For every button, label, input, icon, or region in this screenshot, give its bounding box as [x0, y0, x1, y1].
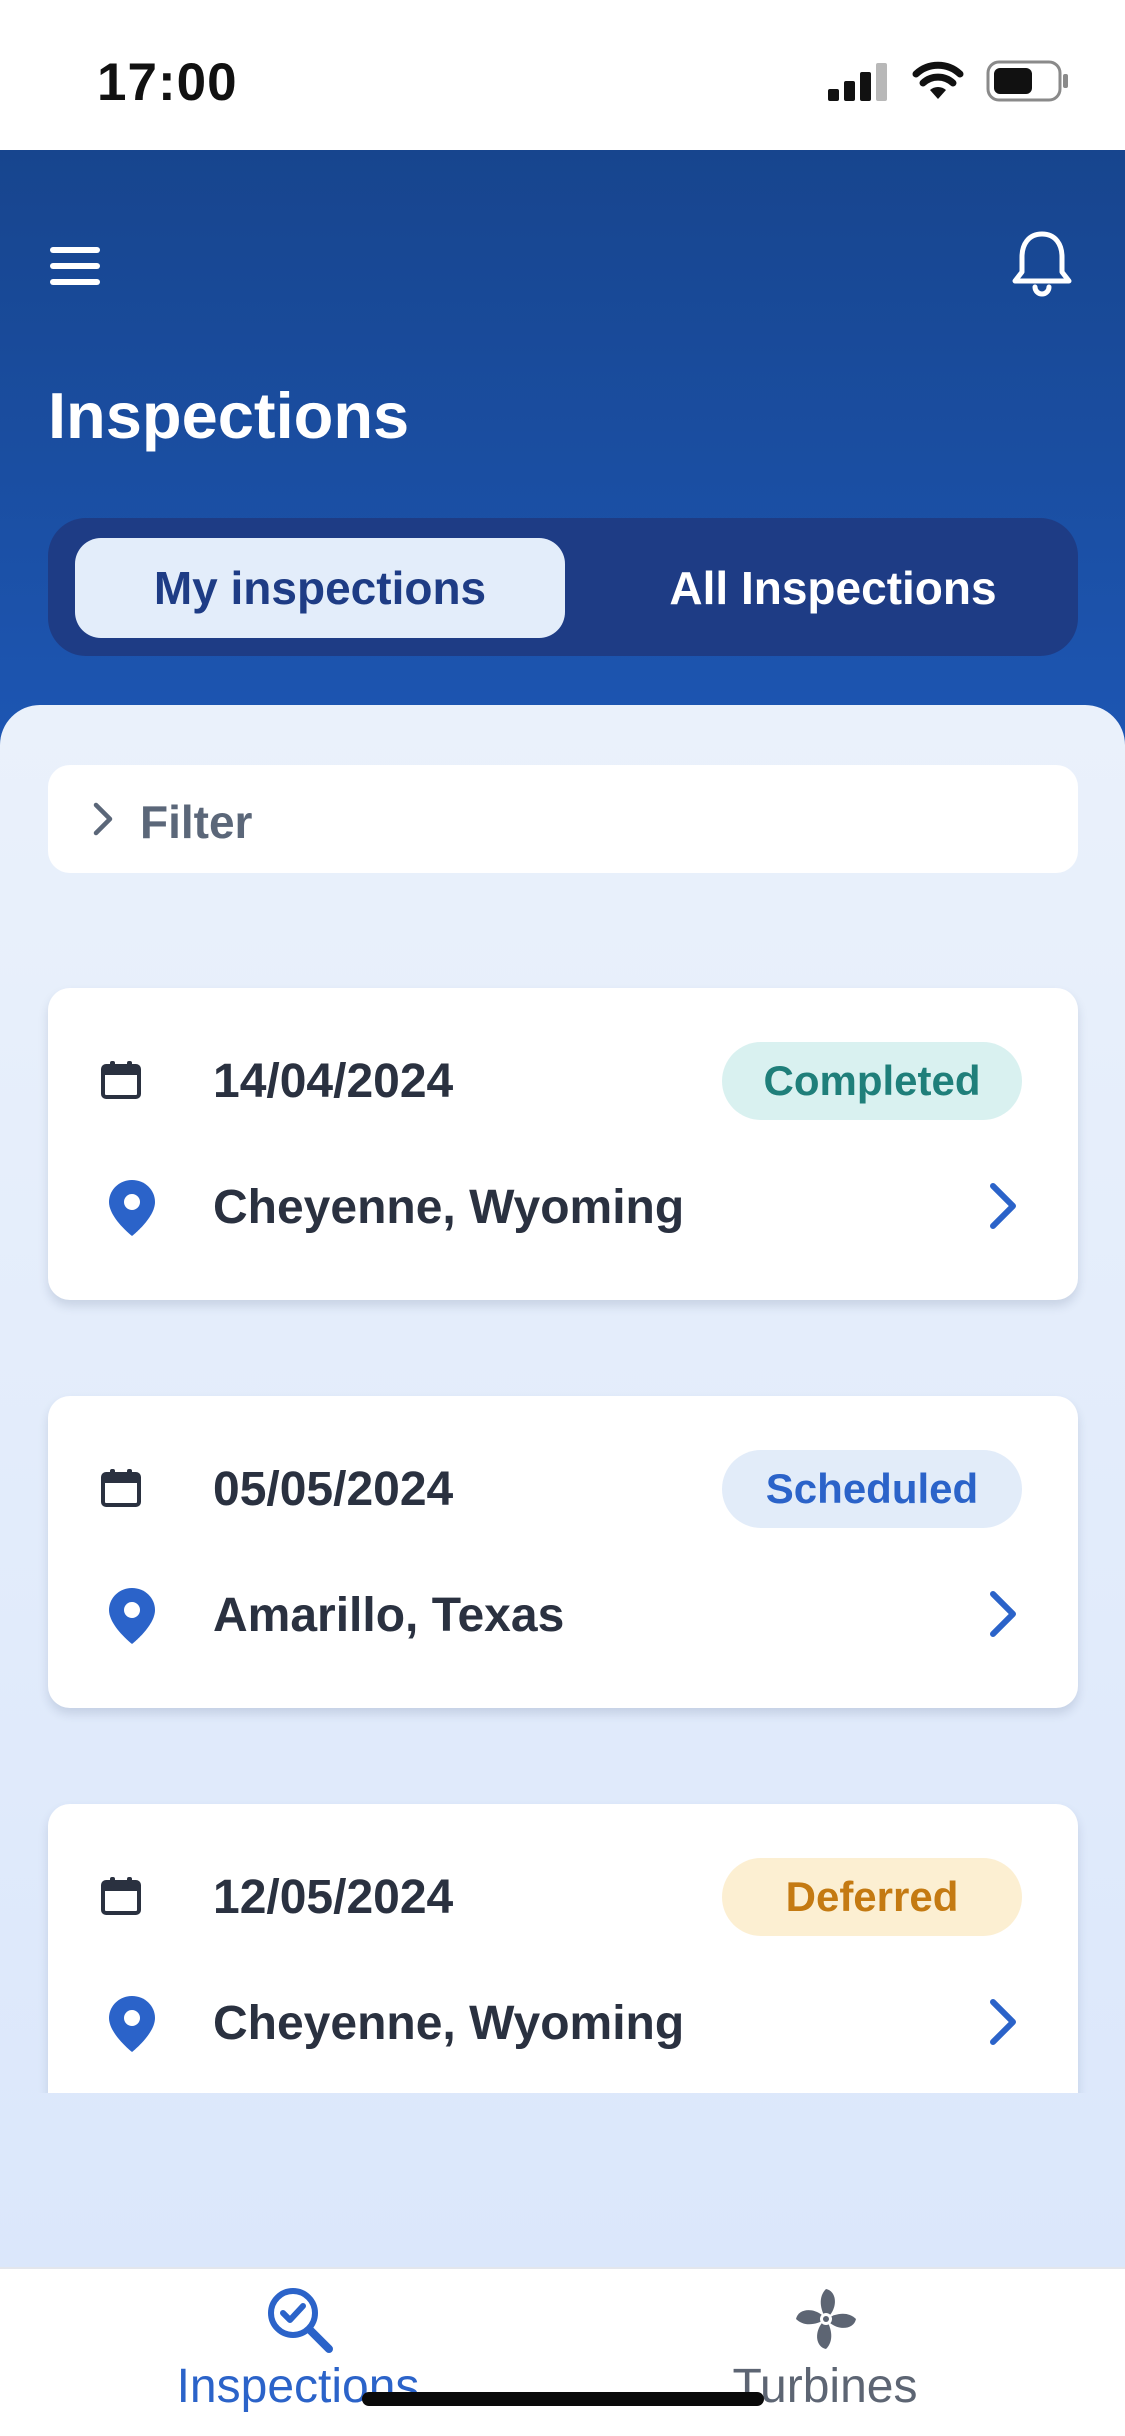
- location-pin-icon: [109, 1180, 155, 1236]
- inspection-card[interactable]: 05/05/2024 Scheduled Amarillo, Texas: [48, 1396, 1078, 1708]
- calendar-icon: [101, 1877, 141, 1915]
- inspection-card[interactable]: 14/04/2024 Completed Cheyenne, Wyoming: [48, 988, 1078, 1300]
- home-indicator: [362, 2392, 764, 2406]
- inspection-date: 05/05/2024: [213, 1463, 454, 1516]
- battery-icon: [986, 60, 1068, 102]
- inspection-list: Filter 14/04/2024 Completed Cheyenne, Wy…: [0, 705, 1125, 2093]
- fan-icon: [796, 2289, 856, 2349]
- tab-all-inspections[interactable]: All Inspections: [588, 538, 1078, 638]
- wifi-icon: [912, 61, 964, 99]
- chevron-right-icon[interactable]: [983, 1994, 1023, 2050]
- search-check-icon: [268, 2288, 333, 2353]
- chevron-right-icon[interactable]: [983, 1178, 1023, 1234]
- inspection-date: 12/05/2024: [213, 1871, 454, 1924]
- inspection-scope-segmented-control: My inspections All Inspections: [48, 518, 1078, 656]
- chevron-right-icon[interactable]: [983, 1586, 1023, 1642]
- tab-inspections[interactable]: Inspections: [98, 2269, 498, 2436]
- status-icons: [828, 60, 1070, 102]
- hamburger-menu-icon[interactable]: [48, 245, 104, 287]
- bell-icon[interactable]: [1006, 228, 1078, 300]
- content-panel: Filter 14/04/2024 Completed Cheyenne, Wy…: [0, 705, 1125, 2267]
- calendar-icon: [101, 1469, 141, 1507]
- bottom-tab-bar: Inspections Turbines: [0, 2267, 1125, 2436]
- filter-toggle[interactable]: Filter: [48, 765, 1078, 873]
- location-pin-icon: [109, 1996, 155, 2052]
- inspection-location: Cheyenne, Wyoming: [213, 1997, 685, 2050]
- status-badge: Completed: [722, 1042, 1022, 1120]
- inspection-location: Cheyenne, Wyoming: [213, 1181, 685, 1234]
- cellular-signal-icon: [828, 63, 887, 101]
- calendar-icon: [101, 1061, 141, 1099]
- filter-label: Filter: [140, 796, 253, 848]
- status-badge: Deferred: [722, 1858, 1022, 1936]
- tab-turbines[interactable]: Turbines: [625, 2269, 1025, 2436]
- status-badge: Scheduled: [722, 1450, 1022, 1528]
- page-title: Inspections: [48, 379, 410, 452]
- app-screen: 17:00 Inspections My inspections All Ins…: [0, 0, 1125, 2436]
- location-pin-icon: [109, 1588, 155, 1644]
- tab-my-inspections[interactable]: My inspections: [75, 538, 565, 638]
- chevron-right-icon: [93, 802, 113, 836]
- status-time: 17:00: [97, 53, 238, 112]
- inspection-date: 14/04/2024: [213, 1055, 454, 1108]
- status-bar: 17:00: [0, 0, 1125, 150]
- inspection-card[interactable]: 12/05/2024 Deferred Cheyenne, Wyoming: [48, 1804, 1078, 2093]
- inspection-location: Amarillo, Texas: [213, 1589, 565, 1642]
